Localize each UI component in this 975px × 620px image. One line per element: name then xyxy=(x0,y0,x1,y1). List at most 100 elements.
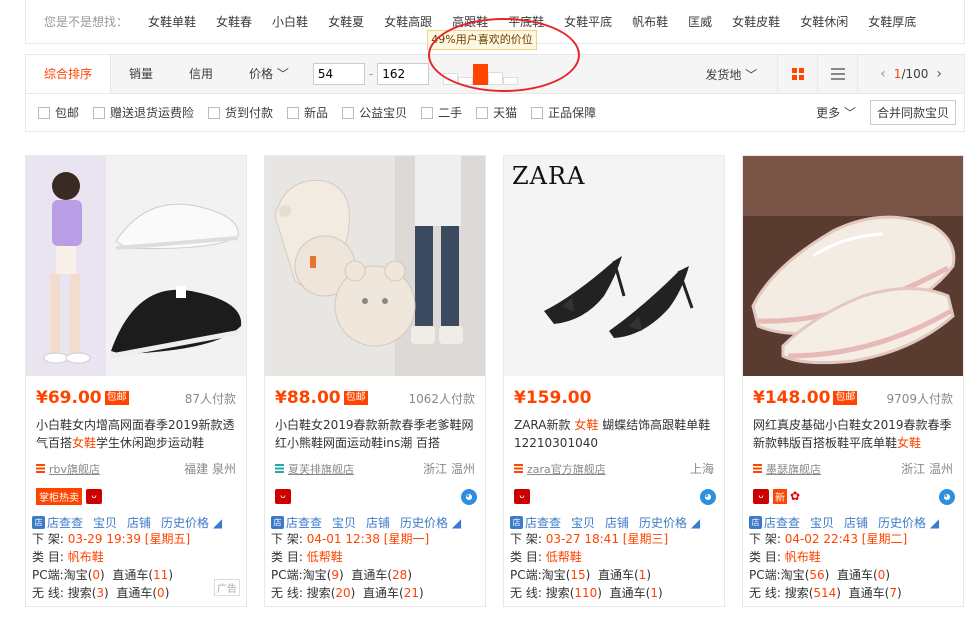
product-card[interactable]: ¥88.00 包邮 1062人付款 小白鞋女2019春款新款春季老爹鞋网红小熊鞋… xyxy=(264,155,486,607)
merge-same-button[interactable]: 合并同款宝贝 xyxy=(869,100,956,125)
wangwang-icon[interactable]: ◕ xyxy=(700,489,716,505)
grid-view-button[interactable] xyxy=(777,55,817,93)
product-title[interactable]: 小白鞋女内增高网面春季2019新款透气百搭女鞋学生休闲跑步运动鞋 xyxy=(36,416,238,452)
shop-icon xyxy=(36,464,45,473)
tool-bao-bei[interactable]: 宝贝 xyxy=(810,514,834,531)
product-location: 浙江 温州 xyxy=(901,462,953,476)
tool-price-history[interactable]: 历史价格 ◢ xyxy=(639,514,700,531)
tool-bao-bei[interactable]: 宝贝 xyxy=(93,514,117,531)
pc-stats-row: PC端:淘宝(15) 直通车(1) xyxy=(510,568,651,582)
deal-count: 87人付款 xyxy=(184,391,236,406)
annotation-circle xyxy=(428,18,580,92)
product-price: ¥159.00 xyxy=(514,388,592,408)
grid-icon xyxy=(791,68,804,80)
shop-icon xyxy=(514,464,523,473)
tool-dian-cha[interactable]: 店查查 xyxy=(286,514,322,531)
tool-dian-cha[interactable]: 店查查 xyxy=(525,514,561,531)
price-min-input[interactable] xyxy=(312,63,365,85)
tool-dian-cha[interactable]: 店查查 xyxy=(47,514,83,531)
sort-tab-credit[interactable]: 信用 xyxy=(171,55,231,93)
ship-from-dropdown[interactable]: 发货地 ﹀ xyxy=(685,66,777,83)
product-location: 浙江 温州 xyxy=(423,462,475,476)
price-range-dash: - xyxy=(368,67,374,81)
tmall-icon: ᴗ xyxy=(753,488,769,504)
tmall-icon: ᴗ xyxy=(86,488,102,504)
product-location: 福建 泉州 xyxy=(184,462,236,476)
suggest-keyword[interactable]: 女鞋夏 xyxy=(328,13,364,30)
shop-link[interactable]: zara官方旗舰店 xyxy=(527,461,606,477)
sort-tab-default[interactable]: 综合排序 xyxy=(26,55,112,93)
filter-free-shipping[interactable]: 包邮 xyxy=(38,104,79,121)
category-row: 类 目: 低帮鞋 xyxy=(271,550,343,564)
product-image[interactable]: ZARA xyxy=(504,156,724,376)
product-title[interactable]: 小白鞋女2019春款新款春季老爹鞋网红小熊鞋网面运动鞋ins潮 百搭 xyxy=(275,416,477,452)
list-icon xyxy=(830,68,845,80)
suggest-keyword[interactable]: 帆布鞋 xyxy=(632,13,668,30)
list-view-button[interactable] xyxy=(817,55,857,93)
suggest-keyword[interactable]: 匡威 xyxy=(688,13,712,30)
suggest-keyword[interactable]: 女鞋春 xyxy=(216,13,252,30)
product-price: ¥88.00 xyxy=(275,388,341,408)
rose-icon: ✿ xyxy=(790,489,801,503)
wangwang-icon[interactable]: ◕ xyxy=(939,489,955,505)
tmall-icon: ᴗ xyxy=(514,488,530,504)
suggest-keyword[interactable]: 女鞋高跟 xyxy=(384,13,432,30)
new-badge: 新 xyxy=(773,488,787,504)
category-row: 类 目: 帆布鞋 xyxy=(749,550,821,564)
product-image[interactable] xyxy=(743,156,963,376)
pc-stats-row: PC端:淘宝(56) 直通车(0) xyxy=(749,568,890,582)
product-card[interactable]: ZARA ¥159.00 ZARA新款 女鞋 蝴蝶结饰高跟鞋单鞋 1221030… xyxy=(503,155,725,607)
tool-dian-cha[interactable]: 店查查 xyxy=(764,514,800,531)
suggest-keyword[interactable]: 女鞋厚底 xyxy=(868,13,916,30)
sort-tab-price[interactable]: 价格 ﹀ xyxy=(231,55,307,93)
filter-charity[interactable]: 公益宝贝 xyxy=(342,104,407,121)
pc-stats-row: PC端:淘宝(0) 直通车(11) xyxy=(32,568,173,582)
product-image[interactable] xyxy=(26,156,246,376)
product-price: ¥148.00 xyxy=(753,388,831,408)
product-title[interactable]: ZARA新款 女鞋 蝴蝶结饰高跟鞋单鞋 12210301040 xyxy=(514,416,716,452)
free-shipping-tag: 包邮 xyxy=(343,391,368,405)
filter-tmall[interactable]: 天猫 xyxy=(476,104,517,121)
sort-tab-sales[interactable]: 销量 xyxy=(111,55,171,93)
shop-link[interactable]: 夏芙排旗舰店 xyxy=(288,461,354,477)
filter-cod[interactable]: 货到付款 xyxy=(208,104,273,121)
suggest-keyword[interactable]: 女鞋平底 xyxy=(564,13,612,30)
prev-page-icon[interactable]: ‹ xyxy=(880,66,886,82)
suggest-keyword[interactable]: 女鞋皮鞋 xyxy=(732,13,780,30)
shop-link[interactable]: 墨瑟旗舰店 xyxy=(766,461,821,477)
tool-price-history[interactable]: 历史价格 ◢ xyxy=(878,514,939,531)
deal-count: 1062人付款 xyxy=(408,391,475,406)
suggest-keyword[interactable]: 女鞋休闲 xyxy=(800,13,848,30)
free-shipping-tag: 包邮 xyxy=(833,391,858,405)
pc-stats-row: PC端:淘宝(9) 直通车(28) xyxy=(271,568,412,582)
suggestion-label: 您是不是想找： xyxy=(44,15,129,29)
tool-store[interactable]: 店铺 xyxy=(844,514,868,531)
filter-new[interactable]: 新品 xyxy=(287,104,328,121)
tool-store[interactable]: 店铺 xyxy=(127,514,151,531)
wangwang-icon[interactable]: ◕ xyxy=(461,489,477,505)
page-total: /100 xyxy=(901,67,929,81)
tool-store[interactable]: 店铺 xyxy=(366,514,390,531)
filter-genuine[interactable]: 正品保障 xyxy=(531,104,596,121)
tool-bao-bei[interactable]: 宝贝 xyxy=(571,514,595,531)
product-card[interactable]: ¥148.00 包邮 9709人付款 网红真皮基础小白鞋女2019春款春季新款韩… xyxy=(742,155,964,607)
suggest-keyword[interactable]: 小白鞋 xyxy=(272,13,308,30)
filter-return-insurance[interactable]: 赠送退货运费险 xyxy=(93,104,194,121)
tool-store[interactable]: 店铺 xyxy=(605,514,629,531)
more-filters-button[interactable]: 更多 ﹀ xyxy=(816,104,856,121)
product-title[interactable]: 网红真皮基础小白鞋女2019春款春季新款韩版百搭板鞋平底单鞋女鞋 xyxy=(753,416,955,452)
suggest-keyword[interactable]: 女鞋单鞋 xyxy=(148,13,196,30)
wireless-stats-row: 无 线: 搜索(20) 直通车(21) xyxy=(271,586,424,600)
tool-price-history[interactable]: 历史价格 ◢ xyxy=(400,514,461,531)
filter-checkbox-row: 包邮 赠送退货运费险 货到付款 新品 公益宝贝 二手 天猫 正品保障 更多 ﹀ … xyxy=(25,94,965,132)
product-image[interactable] xyxy=(265,156,485,376)
tool-price-history[interactable]: 历史价格 ◢ xyxy=(161,514,222,531)
shop-link[interactable]: rbv旗舰店 xyxy=(49,461,100,477)
shop-icon xyxy=(275,464,284,473)
filter-second-hand[interactable]: 二手 xyxy=(421,104,462,121)
tool-bao-bei[interactable]: 宝贝 xyxy=(332,514,356,531)
product-card[interactable]: ¥69.00 包邮 87人付款 小白鞋女内增高网面春季2019新款透气百搭女鞋学… xyxy=(25,155,247,607)
next-page-icon[interactable]: › xyxy=(936,66,942,82)
deal-count: 9709人付款 xyxy=(886,391,953,406)
price-max-input[interactable] xyxy=(377,63,430,85)
